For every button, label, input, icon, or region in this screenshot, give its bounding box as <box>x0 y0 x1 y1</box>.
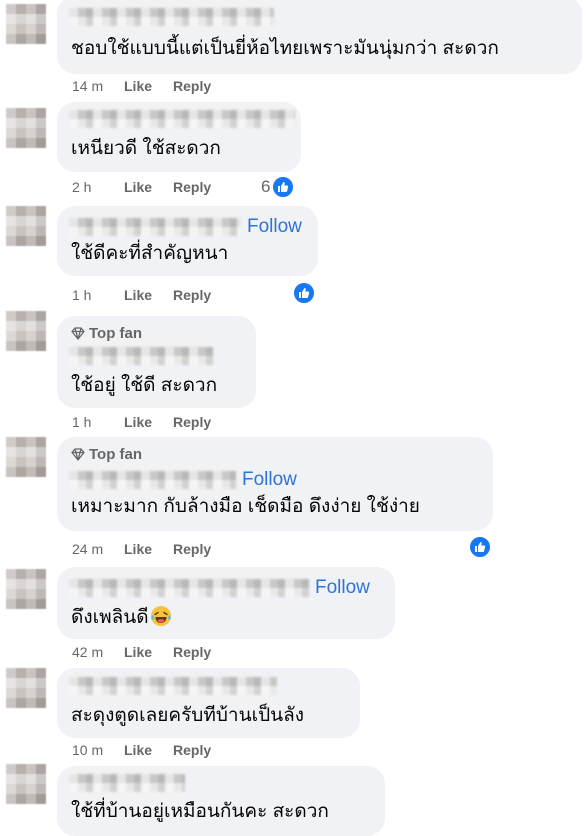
thumbs-up-icon <box>468 535 492 559</box>
comment-time[interactable]: 14 m <box>72 78 124 94</box>
reply-button[interactable]: Reply <box>173 78 211 94</box>
reaction-count[interactable] <box>468 535 492 559</box>
avatar[interactable] <box>6 668 46 708</box>
like-button[interactable]: Like <box>124 179 173 195</box>
commenter-name-row: Follow <box>69 577 370 599</box>
comment-bubble: ใช้ที่บ้านอยู่เหมือนกันคะ สะดวก <box>57 766 385 836</box>
comment-text: ใช้ที่บ้านอยู่เหมือนกันคะ สะดวก <box>71 801 329 822</box>
comment-text: ดึงเพลินดี <box>71 605 172 630</box>
comment-bubble: ชอบใช้แบบนี้แต่เป็นยี่ห้อไทยเพราะมันนุ่ม… <box>57 0 582 74</box>
diamond-icon <box>71 327 85 340</box>
thumbs-up-icon <box>271 175 296 199</box>
comment-text: ชอบใช้แบบนี้แต่เป็นยี่ห้อไทยเพราะมันนุ่ม… <box>71 38 499 59</box>
comment-actions: 1 h Like Reply <box>72 414 211 430</box>
avatar[interactable] <box>6 437 46 477</box>
comment-bubble: เหนียวดี ใช้สะดวก <box>57 102 301 172</box>
commenter-name[interactable] <box>69 774 185 794</box>
like-button[interactable]: Like <box>124 541 173 557</box>
commenter-name[interactable] <box>69 110 295 130</box>
comment-actions: 14 m Like Reply <box>72 78 211 94</box>
comment-text: เหมาะมาก กับล้างมือ เช็ดมือ ดึงง่าย ใช้ง… <box>71 496 420 517</box>
like-button[interactable]: Like <box>124 78 173 94</box>
comment-text: ใช้อยู่ ใช้ดี สะดวก <box>71 375 218 396</box>
avatar[interactable] <box>6 206 46 246</box>
comment-actions: 1 h Like Reply <box>72 287 211 303</box>
reply-button[interactable]: Reply <box>173 742 211 758</box>
comment-text: สะดุงตูดเลยครับทีบ้านเป็นลัง <box>71 705 305 726</box>
comment-bubble: Top fan ใช้อยู่ ใช้ดี สะดวก <box>57 316 256 408</box>
commenter-name-row: Follow <box>69 469 297 491</box>
reaction-count[interactable] <box>292 281 316 305</box>
like-button[interactable]: Like <box>124 287 173 303</box>
avatar[interactable] <box>6 569 46 609</box>
comment-bubble: Follow ใช้ดีคะที่สำคัญหนา <box>57 206 318 276</box>
reply-button[interactable]: Reply <box>173 287 211 303</box>
comment-time[interactable]: 42 m <box>72 644 124 660</box>
comment-time[interactable]: 1 h <box>72 287 124 303</box>
avatar[interactable] <box>6 311 46 351</box>
commenter-name-row: Follow <box>69 216 302 238</box>
top-fan-badge: Top fan <box>71 325 142 342</box>
comment-actions: 24 m Like Reply <box>72 541 211 557</box>
comment-bubble: Top fan Follow เหมาะมาก กับล้างมือ เช็ดม… <box>57 437 493 531</box>
commenter-name[interactable] <box>69 471 236 489</box>
like-button[interactable]: Like <box>124 644 173 660</box>
comment-actions: 42 m Like Reply <box>72 644 211 660</box>
reaction-count-number: 6 <box>261 177 271 196</box>
thumbs-up-icon <box>292 281 316 305</box>
diamond-icon <box>71 448 85 461</box>
reply-button[interactable]: Reply <box>173 541 211 557</box>
avatar[interactable] <box>6 108 46 148</box>
reply-button[interactable]: Reply <box>173 179 211 195</box>
comment-actions: 2 h Like Reply <box>72 179 211 195</box>
follow-button[interactable]: Follow <box>242 469 297 491</box>
comment-actions: 10 m Like Reply <box>72 742 211 758</box>
follow-button[interactable]: Follow <box>247 216 302 238</box>
avatar[interactable] <box>6 764 46 804</box>
like-button[interactable]: Like <box>124 742 173 758</box>
comment-text: เหนียวดี ใช้สะดวก <box>71 138 221 159</box>
comment-time[interactable]: 2 h <box>72 179 124 195</box>
comment-bubble: สะดุงตูดเลยครับทีบ้านเป็นลัง <box>57 668 360 738</box>
comment-text: ใช้ดีคะที่สำคัญหนา <box>71 243 229 264</box>
commenter-name[interactable] <box>69 218 241 236</box>
reply-button[interactable]: Reply <box>173 414 211 430</box>
avatar[interactable] <box>6 4 46 44</box>
commenter-name[interactable] <box>69 677 277 697</box>
comment-time[interactable]: 10 m <box>72 742 124 758</box>
grinning-tears-emoji <box>150 606 171 626</box>
commenter-name[interactable] <box>69 579 309 597</box>
follow-button[interactable]: Follow <box>315 577 370 599</box>
comment-time[interactable]: 1 h <box>72 414 124 430</box>
comment-time[interactable]: 24 m <box>72 541 124 557</box>
reply-button[interactable]: Reply <box>173 644 211 660</box>
commenter-name[interactable] <box>69 347 213 367</box>
commenter-name[interactable] <box>69 8 274 28</box>
like-button[interactable]: Like <box>124 414 173 430</box>
reaction-count[interactable]: 6 <box>261 175 296 199</box>
top-fan-badge: Top fan <box>71 446 142 463</box>
comment-bubble: Follow ดึงเพลินดี <box>57 567 395 639</box>
